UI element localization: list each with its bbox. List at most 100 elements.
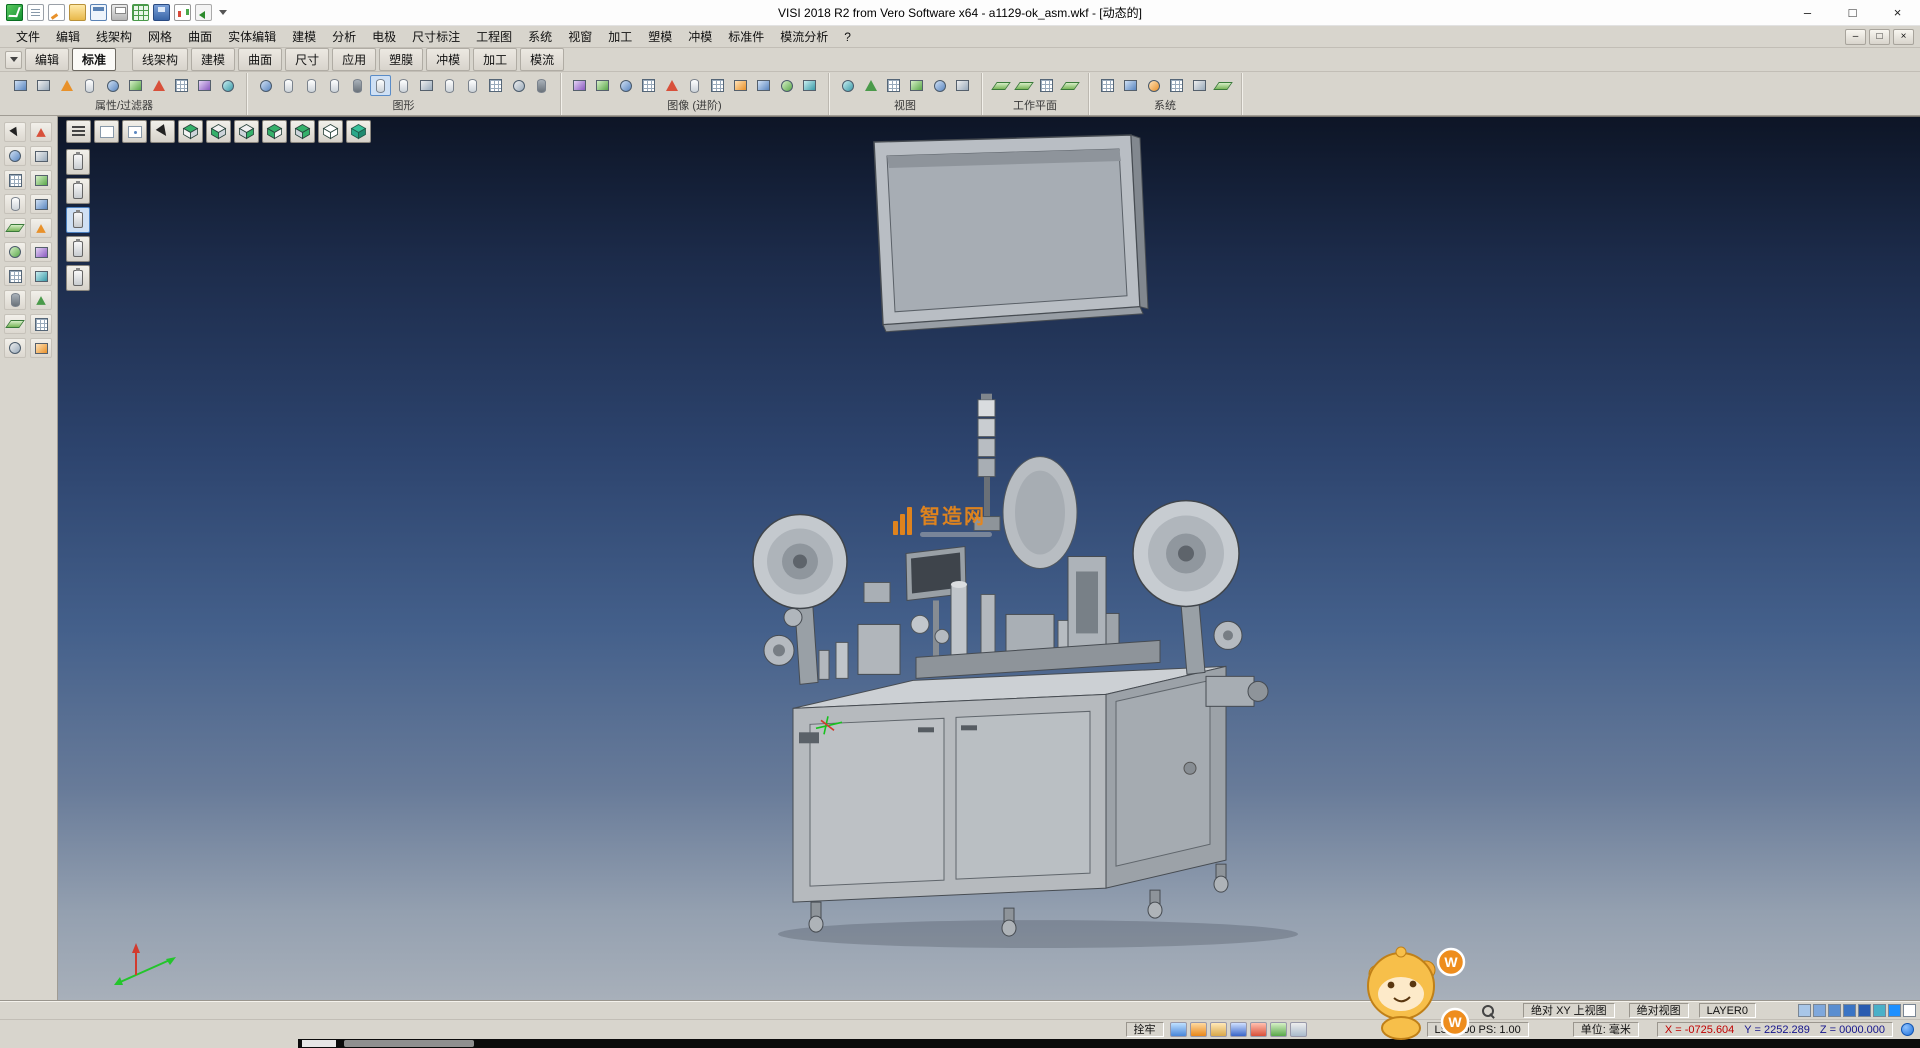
left-tool-icon-19[interactable] (4, 338, 26, 358)
menu-surface[interactable]: 曲面 (180, 26, 220, 47)
palette-icon[interactable] (1270, 1022, 1287, 1037)
left-tool-icon-16[interactable] (30, 290, 52, 310)
ribbon-icon-g2-8[interactable] (416, 75, 437, 96)
tab-dropdown-icon[interactable] (5, 51, 22, 69)
tab-dimension[interactable]: 尺寸 (285, 48, 329, 71)
view-cube-shaded-button[interactable] (346, 120, 371, 143)
view-cube-iso2-button[interactable] (290, 120, 315, 143)
menu-dimensioning[interactable]: 尺寸标注 (404, 26, 468, 47)
left-tool-icon-9[interactable] (4, 218, 26, 238)
menu-molding[interactable]: 塑模 (640, 26, 680, 47)
ribbon-icon-g6-1[interactable] (1097, 75, 1118, 96)
absolute-view-status[interactable]: 绝对视图 (1629, 1003, 1689, 1018)
ribbon-icon-g6-5[interactable] (1189, 75, 1210, 96)
menu-flow-analysis[interactable]: 模流分析 (772, 26, 836, 47)
select-view-button[interactable] (150, 120, 175, 143)
ribbon-icon-g2-5[interactable] (347, 75, 368, 96)
display-icon[interactable] (1170, 1022, 1187, 1037)
left-tool-icon-1[interactable] (4, 122, 26, 142)
ribbon-icon-g6-4[interactable] (1166, 75, 1187, 96)
view-orientation-status[interactable]: 绝对 XY 上视图 (1523, 1003, 1615, 1018)
tab-flow[interactable]: 模流 (520, 48, 564, 71)
ribbon-icon-g2-3[interactable] (301, 75, 322, 96)
pan-hand-icon[interactable] (1290, 1022, 1307, 1037)
ribbon-icon-g3-1[interactable] (569, 75, 590, 96)
ribbon-icon-g1-4[interactable] (79, 75, 100, 96)
open-file-icon[interactable] (69, 4, 86, 21)
lock-toggle[interactable]: 拴牢 (1126, 1022, 1164, 1037)
ribbon-icon-g4-4[interactable] (906, 75, 927, 96)
menu-analysis[interactable]: 分析 (324, 26, 364, 47)
color-swatch-2[interactable] (1813, 1004, 1826, 1017)
menu-wireframe[interactable]: 线架构 (88, 26, 140, 47)
filter-button-3-selected[interactable] (66, 207, 90, 233)
filter-button-1[interactable] (66, 149, 90, 175)
tab-stamping[interactable]: 冲模 (426, 48, 470, 71)
ribbon-icon-g1-2[interactable] (33, 75, 54, 96)
view-cube-top-button[interactable] (178, 120, 203, 143)
color-swatch-5[interactable] (1858, 1004, 1871, 1017)
ribbon-icon-g1-8[interactable] (171, 75, 192, 96)
view-cube-wire-button[interactable] (318, 120, 343, 143)
menu-mesh[interactable]: 网格 (140, 26, 180, 47)
tab-surface[interactable]: 曲面 (238, 48, 282, 71)
ribbon-icon-g3-9[interactable] (753, 75, 774, 96)
toolbar-options-caret-icon[interactable] (219, 10, 227, 15)
ribbon-icon-g5-4[interactable] (1059, 75, 1080, 96)
ribbon-icon-g3-11[interactable] (799, 75, 820, 96)
left-tool-icon-15[interactable] (4, 290, 26, 310)
viewport-3d[interactable]: 智造网 (58, 116, 1920, 1001)
ribbon-icon-g1-5[interactable] (102, 75, 123, 96)
left-tool-icon-20[interactable] (30, 338, 52, 358)
ribbon-icon-g2-7[interactable] (393, 75, 414, 96)
left-tool-icon-4[interactable] (30, 146, 52, 166)
ribbon-icon-g5-1[interactable] (990, 75, 1011, 96)
tab-wireframe[interactable]: 线架构 (132, 48, 188, 71)
ribbon-icon-g4-2[interactable] (860, 75, 881, 96)
child-minimize-button[interactable]: – (1845, 29, 1866, 45)
menu-machining[interactable]: 加工 (600, 26, 640, 47)
search-icon[interactable] (1481, 1004, 1495, 1018)
color-swatch-6[interactable] (1873, 1004, 1886, 1017)
ribbon-icon-g1-10[interactable] (217, 75, 238, 96)
left-tool-icon-13[interactable] (4, 266, 26, 286)
ribbon-icon-g1-3[interactable] (56, 75, 77, 96)
save-icon[interactable] (153, 4, 170, 21)
maximize-button[interactable]: □ (1830, 0, 1875, 25)
view-menu-button[interactable] (66, 120, 91, 143)
child-close-button[interactable]: × (1893, 29, 1914, 45)
tab-machining[interactable]: 加工 (473, 48, 517, 71)
ribbon-icon-g5-2[interactable] (1013, 75, 1034, 96)
menu-help[interactable]: ? (836, 28, 859, 46)
menu-file[interactable]: 文件 (8, 26, 48, 47)
ribbon-icon-g6-6[interactable] (1212, 75, 1233, 96)
cad-model[interactable] (58, 117, 1920, 1001)
menu-drafting[interactable]: 工程图 (468, 26, 520, 47)
layer-status[interactable]: LAYER0 (1699, 1003, 1756, 1018)
ribbon-icon-g3-3[interactable] (615, 75, 636, 96)
scrollbar-notch[interactable] (302, 1040, 336, 1047)
color-swatch-4[interactable] (1843, 1004, 1856, 1017)
print-icon[interactable] (111, 4, 128, 21)
menu-stamping[interactable]: 冲模 (680, 26, 720, 47)
left-tool-icon-17[interactable] (4, 314, 26, 334)
left-tool-icon-8[interactable] (30, 194, 52, 214)
menu-standard-parts[interactable]: 标准件 (720, 26, 772, 47)
minimize-button[interactable]: – (1785, 0, 1830, 25)
tab-application[interactable]: 应用 (332, 48, 376, 71)
ribbon-icon-g2-4[interactable] (324, 75, 345, 96)
ribbon-icon-g6-2[interactable] (1120, 75, 1141, 96)
menu-electrode[interactable]: 电极 (364, 26, 404, 47)
view-cube-iso1-button[interactable] (262, 120, 287, 143)
ribbon-icon-g5-3[interactable] (1036, 75, 1057, 96)
left-tool-icon-3[interactable] (4, 146, 26, 166)
color-swatch-3[interactable] (1828, 1004, 1841, 1017)
grid-table-icon[interactable] (132, 4, 149, 21)
ribbon-icon-g3-2[interactable] (592, 75, 613, 96)
scrollbar-thumb[interactable] (344, 1040, 474, 1047)
blank-view-button[interactable] (94, 120, 119, 143)
ribbon-icon-g4-5[interactable] (929, 75, 950, 96)
ribbon-icon-g1-7[interactable] (148, 75, 169, 96)
status-blue-dot-icon[interactable] (1901, 1023, 1914, 1036)
filter-button-5[interactable] (66, 265, 90, 291)
